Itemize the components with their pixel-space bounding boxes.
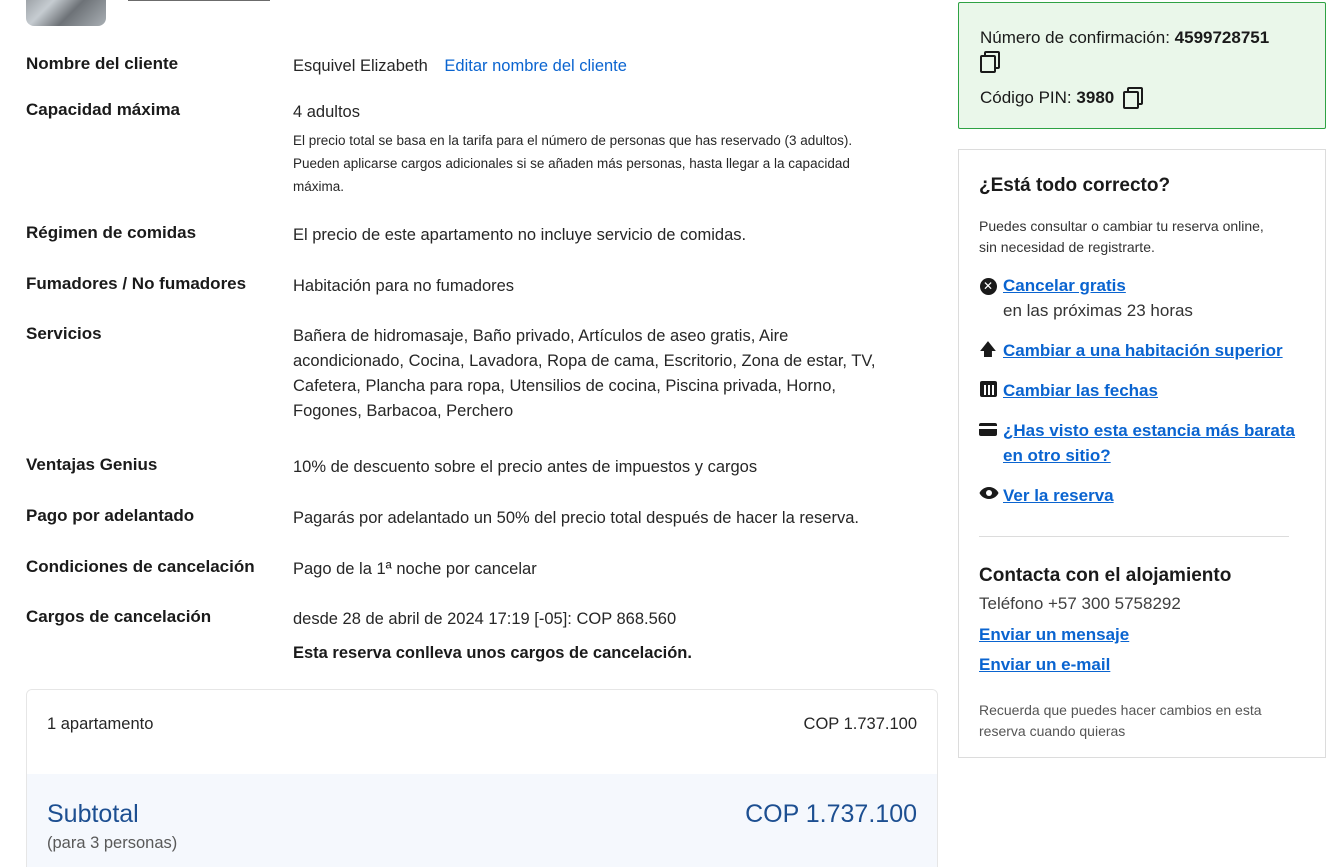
confirmation-number-line: Número de confirmación: 4599728751 — [980, 28, 1269, 48]
cancellation-fees-value-wrap: desde 28 de abril de 2024 17:19 [-05]: C… — [293, 607, 903, 666]
cancellation-fees-label: Cargos de cancelación — [26, 607, 212, 626]
panel-footnote: Recuerda que puedes hacer cambios en est… — [979, 702, 1262, 739]
capacity-label: Capacidad máxima — [26, 100, 181, 119]
eye-icon — [979, 486, 999, 504]
capacity-value-wrap: 4 adultos El precio total se basa en la … — [293, 100, 903, 198]
confirmation-number: 4599728751 — [1174, 28, 1270, 47]
cancel-free-note: en las próximas 23 horas — [1003, 301, 1193, 320]
pin-label: Código PIN: — [980, 88, 1072, 107]
property-phone: Teléfono +57 300 5758292 — [979, 594, 1181, 613]
subtotal-price: COP 1.737.100 — [745, 800, 917, 828]
cancel-icon: ✕ — [979, 276, 997, 295]
genius-label: Ventajas Genius — [26, 455, 158, 474]
panel-description: Puedes consultar o cambiar tu reserva on… — [979, 218, 1264, 255]
customer-name-value: Esquivel Elizabeth Editar nombre del cli… — [293, 54, 903, 79]
smoking-value: Habitación para no fumadores — [293, 277, 515, 295]
meals-value: El precio de este apartamento no incluye… — [293, 226, 747, 244]
prepayment-value: Pagarás por adelantado un 50% del precio… — [293, 509, 859, 527]
copy-icon[interactable] — [1122, 87, 1143, 109]
divider-line — [128, 0, 270, 1]
calendar-icon — [979, 381, 997, 399]
capacity-value: 4 adultos — [293, 103, 360, 121]
edit-customer-name-link[interactable]: Editar nombre del cliente — [444, 57, 627, 75]
price-match-link[interactable]: ¿Has visto esta estancia más barata en o… — [1003, 418, 1303, 468]
cancel-free-link[interactable]: Cancelar gratis — [1003, 273, 1303, 298]
cancellation-fees-note: Esta reserva conlleva unos cargos de can… — [293, 644, 692, 662]
pin-line: Código PIN: 3980 — [980, 87, 1143, 109]
send-message-link[interactable]: Enviar un mensaje — [979, 625, 1129, 645]
subtotal-note: (para 3 personas) — [47, 834, 178, 852]
meals-label: Régimen de comidas — [26, 223, 197, 242]
arrow-up-icon: 🡅 — [979, 340, 997, 359]
change-dates-link[interactable]: Cambiar las fechas — [1003, 378, 1303, 403]
send-email-link[interactable]: Enviar un e-mail — [979, 655, 1110, 675]
cancellation-conditions-value: Pago de la 1ª noche por cancelar — [293, 560, 537, 578]
customer-name-label: Nombre del cliente — [26, 54, 179, 73]
smoking-label: Fumadores / No fumadores — [26, 274, 247, 293]
services-label: Servicios — [26, 324, 102, 343]
confirmation-number-label: Número de confirmación: — [980, 28, 1170, 47]
credit-card-icon — [979, 421, 997, 439]
upgrade-room-link[interactable]: Cambiar a una habitación superior — [1003, 338, 1303, 363]
panel-divider — [979, 536, 1289, 537]
panel-title: ¿Está todo correcto? — [979, 175, 1171, 196]
contact-title: Contacta con el alojamiento — [979, 565, 1232, 586]
property-thumbnail — [26, 0, 106, 26]
customer-name: Esquivel Elizabeth — [293, 57, 428, 75]
capacity-note: El precio total se basa en la tarifa par… — [293, 133, 853, 194]
manage-reservation-panel: ¿Está todo correcto? Puedes consultar o … — [958, 149, 1326, 758]
confirmation-box: Número de confirmación: 4599728751 Códig… — [958, 2, 1326, 129]
view-reservation-link[interactable]: Ver la reserva — [1003, 483, 1303, 508]
cancellation-conditions-label: Condiciones de cancelación — [26, 557, 255, 576]
pin-code: 3980 — [1076, 88, 1115, 107]
genius-value: 10% de descuento sobre el precio antes d… — [293, 458, 758, 476]
apartment-count: 1 apartamento — [47, 715, 154, 733]
subtotal-label: Subtotal — [47, 800, 139, 828]
prepayment-label: Pago por adelantado — [26, 506, 195, 525]
cancellation-fees-value: desde 28 de abril de 2024 17:19 [-05]: C… — [293, 610, 677, 628]
price-summary: 1 apartamento COP 1.737.100 Subtotal (pa… — [26, 689, 938, 867]
services-value: Bañera de hidromasaje, Baño privado, Art… — [293, 327, 876, 420]
copy-icon[interactable] — [980, 51, 1000, 73]
price-line-apartment: 1 apartamento COP 1.737.100 — [27, 690, 937, 774]
subtotal-section: Subtotal (para 3 personas) COP 1.737.100 — [27, 774, 937, 867]
apartment-price: COP 1.737.100 — [803, 715, 917, 733]
